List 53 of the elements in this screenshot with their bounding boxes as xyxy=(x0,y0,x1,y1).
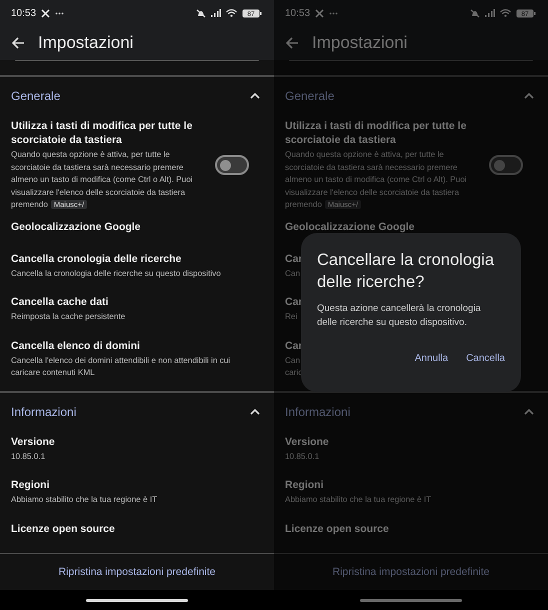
muted-bell-icon xyxy=(470,8,480,18)
toggle-switch[interactable] xyxy=(489,155,523,176)
dialog-title: Cancellare la cronologia delle ricerche? xyxy=(317,250,496,293)
setting-title: Geolocalizzazione Google xyxy=(11,220,141,234)
x-icon xyxy=(315,8,324,18)
setting-title: Licenze open source xyxy=(285,522,389,536)
setting-title: Regioni xyxy=(285,478,324,492)
setting-description: 10.85.0.1 xyxy=(285,450,320,462)
x-icon xyxy=(41,8,50,18)
setting-title: Cancella cache dati xyxy=(11,295,108,309)
setting-title: Car xyxy=(285,295,303,309)
muted-bell-icon xyxy=(196,8,206,18)
setting-title: Regioni xyxy=(11,478,50,492)
setting-title: Car xyxy=(285,338,303,352)
setting-description: Abbiamo stabilito che la tua regione è IT xyxy=(11,494,158,506)
page-title: Impostazioni xyxy=(312,33,408,53)
signal-icon xyxy=(485,9,495,17)
chevron-up-icon[interactable] xyxy=(250,408,260,414)
setting-description: Rei xyxy=(285,311,298,323)
setting-title: Utilizza i tasti di modifica per tutte le scorciatoie da tastiera xyxy=(11,119,194,147)
setting-description: Cancella la cronologia delle ricerche su questo dispositivo xyxy=(11,268,221,280)
status-time: 10:53 xyxy=(11,8,36,18)
setting-title: Licenze open source xyxy=(11,522,115,536)
wifi-icon xyxy=(500,9,511,17)
more-icon xyxy=(55,12,64,14)
dialog-message: Questa azione cancellerà la cronologia delle ricerche su questo dispositivo. xyxy=(317,302,482,330)
reset-defaults-button[interactable]: Ripristina impostazioni predefinite xyxy=(50,562,224,582)
section-title: Informazioni xyxy=(11,404,76,418)
dialog-button[interactable]: Annulla xyxy=(408,350,454,367)
setting-title: Utilizza i tasti di modifica per tutte le scorciatoie da tastiera xyxy=(285,119,468,147)
setting-description: Can xyxy=(285,268,300,280)
setting-description: Cancella l'elenco dei domini attendibili e non attendibili in cui caricare contenuti KML xyxy=(11,354,232,379)
setting-title: Cancella elenco di domini xyxy=(11,338,140,352)
setting-description: Abbiamo stabilito che la tua regione è IT xyxy=(285,494,432,506)
setting-title: Versione xyxy=(11,434,55,448)
status-time: 10:53 xyxy=(285,8,310,18)
back-arrow-icon[interactable] xyxy=(12,37,25,49)
setting-title: Versione xyxy=(285,434,329,448)
chevron-up-icon[interactable] xyxy=(250,93,260,99)
dialog-button[interactable]: Cancella xyxy=(460,350,511,367)
toggle-switch[interactable] xyxy=(215,155,249,176)
setting-description: 10.85.0.1 xyxy=(11,450,46,462)
section-title: Generale xyxy=(11,89,60,103)
wifi-icon xyxy=(226,9,237,17)
page-title: Impostazioni xyxy=(38,33,134,53)
setting-title: Car xyxy=(285,252,303,266)
more-icon xyxy=(329,12,338,14)
setting-title: Geolocalizzazione Google xyxy=(285,220,415,234)
setting-description: Reimposta la cache persistente xyxy=(11,311,126,323)
setting-title: Cancella cronologia delle ricerche xyxy=(11,252,182,266)
signal-icon xyxy=(211,9,221,17)
section-title: Generale xyxy=(285,89,334,103)
section-title: Informazioni xyxy=(285,404,350,418)
